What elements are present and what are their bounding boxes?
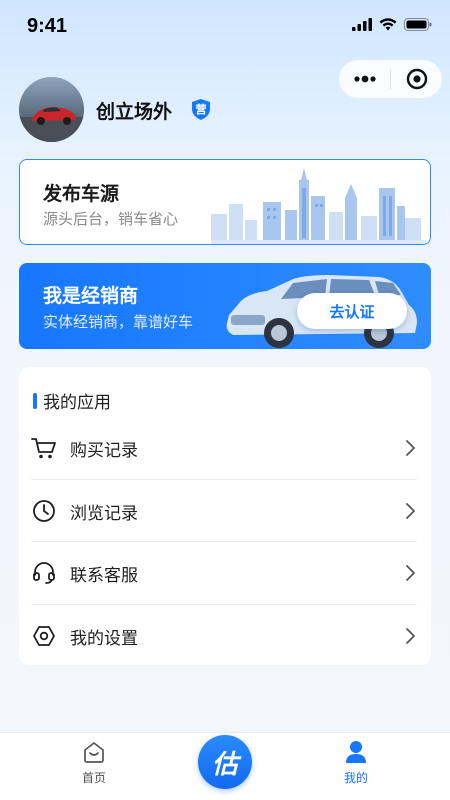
- more-dots-icon: [353, 75, 376, 83]
- status-time: 9:41: [27, 15, 68, 37]
- clock-icon: [31, 498, 57, 524]
- verified-badge: 营: [191, 98, 211, 121]
- user-icon: [346, 741, 366, 763]
- menu-item-customer-service[interactable]: 联系客服: [31, 542, 417, 604]
- home-icon: [84, 742, 104, 763]
- tab-mine[interactable]: 我的: [316, 739, 396, 786]
- tab-home[interactable]: 首页: [54, 739, 134, 786]
- publish-title: 发布车源: [43, 183, 120, 205]
- mini-program-capsule: [339, 60, 442, 98]
- battery-icon: [404, 18, 432, 31]
- dealer-subtitle: 实体经销商，靠谱好车: [43, 313, 194, 331]
- target-icon: [406, 68, 427, 90]
- badge-text: 营: [195, 103, 207, 116]
- menu-label: 购买记录: [70, 440, 138, 461]
- menu-label: 我的设置: [70, 628, 138, 649]
- avatar-car-photo: [19, 77, 84, 142]
- dealer-title: 我是经销商: [43, 285, 139, 307]
- menu-label: 浏览记录: [70, 503, 138, 524]
- close-program-button[interactable]: [391, 60, 442, 98]
- menu-item-browse-history[interactable]: 浏览记录: [31, 480, 417, 542]
- estimate-icon: 估: [211, 749, 238, 780]
- chevron-right-icon: [406, 440, 415, 456]
- headset-icon: [31, 560, 57, 586]
- apps-title: 我的应用: [43, 393, 111, 413]
- settings-icon: [31, 623, 57, 649]
- profile-name: 创立场外: [96, 101, 173, 123]
- chevron-right-icon: [406, 503, 415, 519]
- chevron-right-icon: [406, 628, 415, 644]
- menu-label: 联系客服: [70, 565, 138, 586]
- certify-button[interactable]: 去认证: [297, 293, 407, 329]
- tab-estimate[interactable]: 估: [198, 735, 252, 789]
- chevron-right-icon: [406, 565, 415, 581]
- apps-header: 我的应用: [33, 388, 111, 413]
- status-bar: 9:41: [0, 0, 450, 56]
- avatar[interactable]: [19, 77, 84, 142]
- signal-icon: [352, 18, 372, 31]
- tab-label: 首页: [81, 771, 106, 785]
- publish-subtitle: 源头后台，销车省心: [43, 210, 179, 228]
- my-apps-card: 我的应用 购买记录 浏览记录 联系客服 我的设置: [19, 367, 431, 665]
- tab-label: 我的: [343, 771, 368, 785]
- publish-vehicle-card[interactable]: 发布车源 源头后台，销车省心: [19, 159, 431, 245]
- dealer-banner[interactable]: 我是经销商 实体经销商，靠谱好车 去认证: [19, 263, 431, 349]
- city-skyline-illustration: [211, 168, 426, 244]
- wifi-icon: [379, 18, 397, 31]
- accent-bar: [33, 392, 37, 409]
- status-icons: [352, 18, 432, 31]
- cart-icon: [31, 435, 57, 461]
- menu-item-purchase-records[interactable]: 购买记录: [31, 417, 417, 479]
- more-button[interactable]: [339, 60, 390, 98]
- menu-item-settings[interactable]: 我的设置: [31, 605, 417, 667]
